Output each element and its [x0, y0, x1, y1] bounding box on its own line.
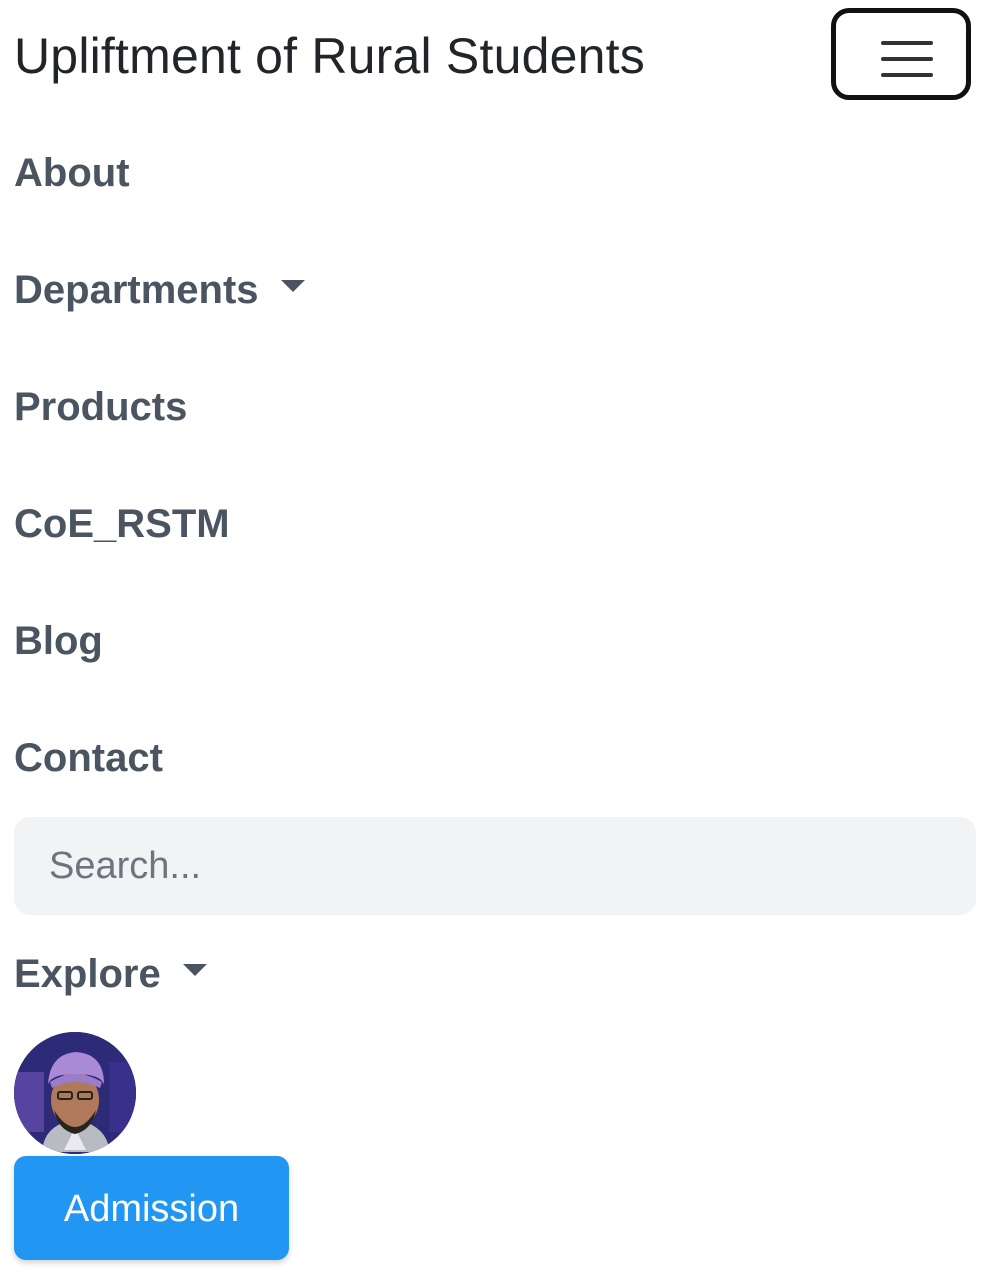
nav-item-label: CoE_RSTM	[14, 502, 230, 546]
nav-item-coe-rstm[interactable]: CoE_RSTM	[14, 498, 230, 550]
site-brand[interactable]: Upliftment of Rural Students	[14, 24, 645, 88]
search-input[interactable]	[14, 817, 976, 915]
explore-label: Explore	[14, 952, 161, 996]
nav-item-about[interactable]: About	[14, 147, 130, 199]
caret-down-icon	[280, 280, 305, 293]
caret-down-icon	[182, 964, 207, 977]
avatar-portrait-icon	[14, 1032, 136, 1154]
navbar-toggler-button[interactable]	[831, 8, 971, 100]
admission-button[interactable]: Admission	[14, 1156, 289, 1260]
user-avatar[interactable]	[14, 1032, 136, 1154]
hamburger-menu-icon	[881, 41, 933, 81]
nav-item-contact[interactable]: Contact	[14, 732, 163, 784]
nav-item-label: Departments	[14, 268, 259, 312]
nav-item-label: Blog	[14, 619, 103, 663]
explore-dropdown[interactable]: Explore	[14, 948, 207, 1000]
nav-item-label: About	[14, 151, 130, 195]
nav-item-label: Contact	[14, 736, 163, 780]
nav-item-blog[interactable]: Blog	[14, 615, 103, 667]
nav-item-products[interactable]: Products	[14, 381, 187, 433]
nav-item-departments[interactable]: Departments	[14, 264, 305, 316]
search-box	[14, 817, 976, 915]
nav-item-label: Products	[14, 385, 188, 429]
